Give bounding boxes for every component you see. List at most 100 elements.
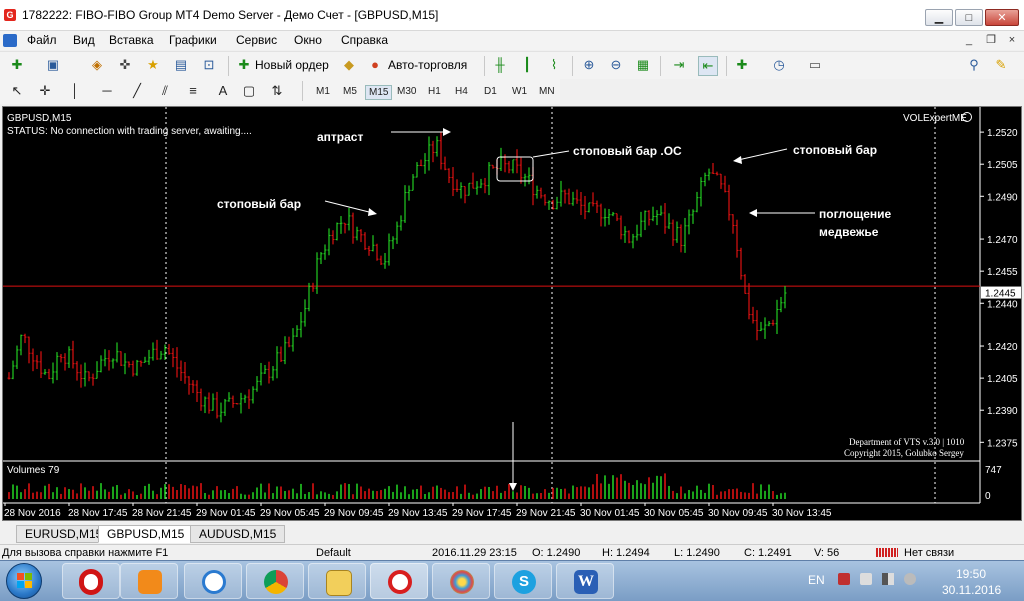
market-watch-icon[interactable]: ◈ [88, 56, 106, 74]
timeframe-h4[interactable]: H4 [452, 85, 471, 98]
cursor-icon[interactable]: ↖ [8, 82, 26, 100]
search-icon[interactable]: ⚲ [965, 56, 983, 74]
chart-shift-icon[interactable]: ⇥ [670, 56, 688, 74]
menu-view[interactable]: Вид [73, 33, 95, 47]
text-label-icon[interactable]: ▢ [240, 82, 258, 100]
new-chart-icon[interactable]: ✚ [8, 56, 26, 74]
candlestick-icon[interactable]: ┃ [518, 56, 536, 74]
time-tick-label: 29 Nov 17:45 [452, 508, 512, 519]
language-indicator[interactable]: EN [808, 573, 825, 587]
annotation-box [496, 156, 534, 182]
window-title: 1782222: FIBO-FIBO Group MT4 Demo Server… [22, 8, 439, 22]
maximize-button[interactable]: □ [955, 9, 983, 26]
text-tool-icon[interactable]: A [214, 82, 232, 100]
mdi-restore-icon[interactable]: ❐ [984, 33, 998, 47]
taskbar-file-explorer[interactable] [308, 563, 366, 599]
clock-time[interactable]: 19:50 [956, 567, 986, 581]
taskbar-opera[interactable] [62, 563, 120, 599]
auto-trading-label: Авто-торговля [388, 58, 468, 72]
annotation-arrow-head [509, 483, 517, 491]
timeframe-m5[interactable]: M5 [340, 85, 360, 98]
price-tick-label: 1.2390 [987, 406, 1018, 417]
menu-tools[interactable]: Сервис [236, 33, 277, 47]
timeframe-d1[interactable]: D1 [481, 85, 500, 98]
taskbar-word[interactable]: W [556, 563, 614, 599]
timeframe-m30[interactable]: M30 [394, 85, 419, 98]
crosshair-tool-icon[interactable]: ✛ [36, 82, 54, 100]
taskbar-media-player[interactable] [120, 563, 178, 599]
close-button[interactable]: ✕ [985, 9, 1019, 26]
new-order-icon: ✚ [238, 57, 250, 72]
taskbar-fibo-group[interactable] [370, 563, 428, 599]
tray-monitor-icon[interactable] [860, 573, 872, 585]
status-help-text: Для вызова справки нажмите F1 [2, 547, 169, 559]
vertical-line-icon[interactable]: │ [66, 82, 84, 100]
new-order-button[interactable]: ✚ Новый ордер [235, 55, 331, 75]
tab-audusd[interactable]: AUDUSD,M15 [190, 525, 286, 543]
price-chart[interactable]: 1.25201.25051.24901.24701.24551.24401.24… [3, 107, 1021, 520]
navigator-icon[interactable]: ★ [144, 56, 162, 74]
timeframe-m15[interactable]: M15 [365, 85, 393, 100]
taskbar-internet-explorer[interactable] [184, 563, 242, 599]
chart-window-icon[interactable] [3, 34, 17, 47]
line-chart-icon[interactable]: ⌇ [545, 56, 563, 74]
zoom-in-icon[interactable]: ⊕ [580, 56, 598, 74]
tray-volume-icon[interactable] [904, 573, 916, 585]
bar-chart-icon[interactable]: ╫ [491, 56, 509, 74]
menu-window[interactable]: Окно [294, 33, 322, 47]
timeframe-w1[interactable]: W1 [509, 85, 530, 98]
templates-icon[interactable]: ▭ [806, 56, 824, 74]
metaeditor-icon[interactable]: ◆ [340, 56, 358, 74]
minimize-button[interactable]: ▁ [925, 9, 953, 26]
annotation-arrow [532, 150, 570, 158]
fibonacci-icon[interactable]: ≡ [184, 82, 202, 100]
menu-help[interactable]: Справка [341, 33, 388, 47]
horizontal-line-icon[interactable]: ─ [98, 82, 116, 100]
timeframe-m1[interactable]: M1 [313, 85, 333, 98]
chart-window[interactable]: 1.2520 1.2505 1.2490 1.2470 1.2455 1.2440 1.24… [2, 106, 1022, 521]
chart-tabs: EURUSD,M15 GBPUSD,M15 AUDUSD,M15 [0, 523, 1024, 543]
tray-flag-icon[interactable] [838, 573, 850, 585]
equidistant-channel-icon[interactable]: ⫽ [156, 82, 174, 100]
trendline-icon[interactable]: ╱ [128, 82, 146, 100]
separator [484, 56, 485, 76]
strategy-tester-icon[interactable]: ⊡ [200, 56, 218, 74]
opera-icon [79, 569, 103, 595]
start-button[interactable] [6, 563, 42, 599]
mdi-minimize-icon[interactable]: _ [962, 33, 976, 47]
taskbar-chrome[interactable] [246, 563, 304, 599]
auto-trading-button[interactable]: ● Авто-торговля [366, 55, 476, 75]
timeframe-h1[interactable]: H1 [425, 85, 444, 98]
periods-icon[interactable]: ◷ [770, 56, 788, 74]
annotation-arrow-head [749, 209, 757, 217]
annotation-engulfing: поглощение [819, 207, 891, 221]
folder-icon [326, 570, 352, 596]
taskbar-skype[interactable]: S [494, 563, 552, 599]
mdi-close-icon[interactable]: × [1005, 33, 1019, 47]
standard-toolbar: ✚ ▣ ◈ ✜ ★ ▤ ⊡ ✚ Новый ордер ◆ ● Авто-тор… [0, 51, 1024, 79]
word-icon: W [574, 570, 598, 594]
arrows-icon[interactable]: ⇅ [268, 82, 286, 100]
terminal-icon[interactable]: ▤ [172, 56, 190, 74]
chrome-icon [264, 570, 288, 594]
internet-explorer-icon [202, 570, 226, 594]
clock-date[interactable]: 30.11.2016 [942, 583, 1001, 597]
separator [726, 56, 727, 76]
timeframe-mn[interactable]: MN [536, 85, 558, 98]
taskbar-paint[interactable] [432, 563, 490, 599]
tab-gbpusd[interactable]: GBPUSD,M15 [98, 525, 194, 543]
indicators-icon[interactable]: ✚ [733, 56, 751, 74]
community-icon[interactable]: ✎ [992, 56, 1010, 74]
menu-insert[interactable]: Вставка [109, 33, 154, 47]
auto-scroll-icon[interactable]: ⇤ [698, 56, 718, 76]
status-connection: Нет связи [904, 547, 955, 559]
media-player-icon [138, 570, 162, 594]
profiles-icon[interactable]: ▣ [44, 56, 62, 74]
tile-windows-icon[interactable]: ▦ [634, 56, 652, 74]
annotation-arrow [737, 148, 788, 161]
zoom-out-icon[interactable]: ⊖ [607, 56, 625, 74]
menu-file[interactable]: Файл [27, 33, 57, 47]
tray-network-icon[interactable] [882, 573, 894, 585]
menu-charts[interactable]: Графики [169, 33, 217, 47]
crosshair-icon[interactable]: ✜ [116, 56, 134, 74]
